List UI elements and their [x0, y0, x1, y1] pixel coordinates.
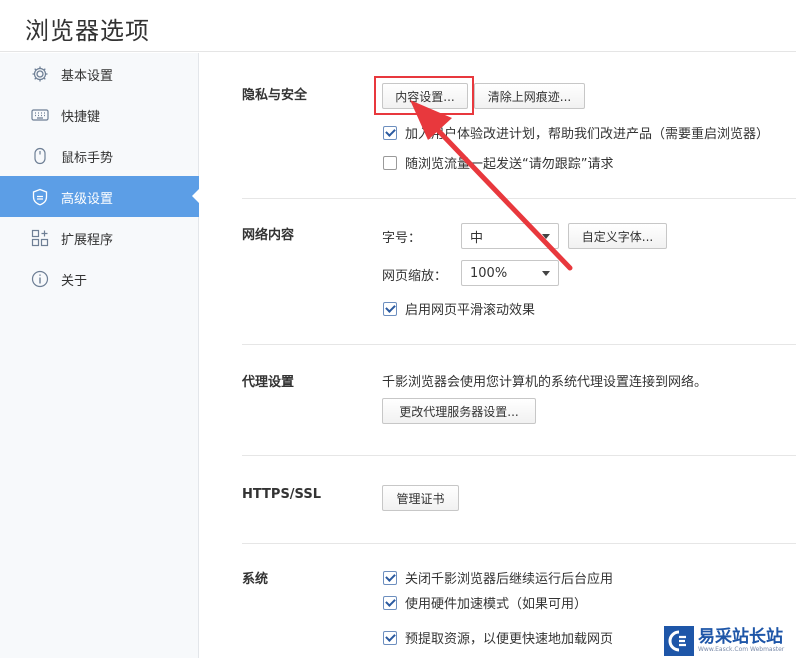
section-title-web-content: 网络内容 — [242, 228, 295, 243]
sidebar-item-advanced-settings[interactable]: 高级设置 — [0, 176, 200, 217]
section-divider — [242, 543, 796, 544]
join-program-label: 加入用户体验改进计划，帮助我们改进产品（需要重启浏览器） — [405, 127, 770, 142]
zoom-value: 100% — [470, 265, 508, 281]
do-not-track-checkbox[interactable] — [383, 155, 397, 170]
join-program-option[interactable]: 加入用户体验改进计划，帮助我们改进产品（需要重启浏览器） — [383, 123, 769, 142]
background-apps-option[interactable]: 关闭千影浏览器后继续运行后台应用 — [383, 568, 613, 587]
sidebar-item-extensions[interactable]: 扩展程序 — [0, 217, 199, 258]
active-indicator — [192, 188, 200, 204]
chevron-down-icon — [542, 234, 550, 239]
window-header: 浏览器选项 — [0, 0, 796, 52]
section-divider — [242, 344, 796, 345]
extensions-icon — [30, 228, 49, 247]
sidebar-item-shortcuts[interactable]: 快捷键 — [0, 94, 199, 135]
font-size-label: 字号： — [382, 231, 422, 246]
sidebar-item-label: 高级设置 — [61, 192, 114, 207]
background-apps-label: 关闭千影浏览器后继续运行后台应用 — [405, 572, 614, 587]
proxy-description: 千影浏览器会使用您计算机的系统代理设置连接到网络。 — [382, 375, 708, 390]
font-size-select[interactable]: 中 — [461, 223, 559, 249]
section-divider — [242, 198, 796, 199]
page-title: 浏览器选项 — [25, 17, 150, 45]
prefetch-label: 预提取资源，以便更快速地加载网页 — [405, 632, 614, 647]
smooth-scroll-label: 启用网页平滑滚动效果 — [405, 303, 536, 318]
section-title-proxy: 代理设置 — [242, 375, 295, 390]
hardware-acceleration-checkbox[interactable] — [383, 595, 397, 610]
section-divider — [242, 455, 796, 456]
chevron-down-icon — [542, 271, 550, 276]
settings-content: 隐私与安全 内容设置... 清除上网痕迹... 加入用户体验改进计划，帮助我们改… — [200, 53, 796, 658]
join-program-checkbox[interactable] — [383, 125, 397, 140]
sidebar-item-label: 扩展程序 — [61, 233, 114, 248]
custom-font-button[interactable]: 自定义字体... — [568, 223, 667, 249]
smooth-scroll-checkbox[interactable] — [383, 301, 397, 316]
zoom-label: 网页缩放： — [382, 269, 448, 284]
watermark-subtext: Www.Easck.Com Webmaster — [698, 646, 785, 653]
watermark-text: 易采站长站 — [698, 627, 783, 647]
prefetch-option[interactable]: 预提取资源，以便更快速地加载网页 — [383, 628, 613, 647]
mouse-icon — [30, 146, 49, 165]
sidebar-item-label: 关于 — [61, 274, 88, 289]
keyboard-icon — [30, 105, 49, 124]
section-title-privacy: 隐私与安全 — [242, 88, 308, 103]
highlight-box — [374, 76, 474, 115]
prefetch-checkbox[interactable] — [383, 630, 397, 645]
do-not-track-label: 随浏览流量一起发送“请勿跟踪”请求 — [405, 157, 614, 172]
clear-history-button[interactable]: 清除上网痕迹... — [474, 83, 585, 109]
hardware-acceleration-label: 使用硬件加速模式（如果可用） — [405, 597, 588, 612]
gear-icon — [30, 64, 49, 83]
section-title-system: 系统 — [242, 572, 269, 587]
hardware-acceleration-option[interactable]: 使用硬件加速模式（如果可用） — [383, 593, 587, 612]
sidebar-item-label: 鼠标手势 — [61, 151, 114, 166]
watermark: 易采站长站 Www.Easck.Com Webmaster — [662, 624, 796, 658]
change-proxy-button[interactable]: 更改代理服务器设置... — [382, 398, 536, 424]
smooth-scroll-option[interactable]: 启用网页平滑滚动效果 — [383, 299, 535, 318]
do-not-track-option[interactable]: 随浏览流量一起发送“请勿跟踪”请求 — [383, 153, 613, 172]
sidebar-item-label: 快捷键 — [61, 110, 101, 125]
sidebar-item-about[interactable]: 关于 — [0, 258, 199, 299]
manage-certificates-button[interactable]: 管理证书 — [382, 485, 459, 511]
section-title-https: HTTPS/SSL — [242, 487, 321, 502]
info-icon — [30, 269, 49, 288]
sidebar-item-label: 基本设置 — [61, 69, 114, 84]
zoom-select[interactable]: 100% — [461, 260, 559, 286]
sidebar: 基本设置 快捷键 鼠标手势 高级设置 扩展程序 关于 — [0, 53, 200, 658]
background-apps-checkbox[interactable] — [383, 570, 397, 585]
watermark-logo-icon — [664, 626, 694, 656]
font-size-value: 中 — [470, 230, 484, 246]
sidebar-item-basic-settings[interactable]: 基本设置 — [0, 53, 199, 94]
shield-icon — [30, 187, 49, 206]
sidebar-item-mouse-gestures[interactable]: 鼠标手势 — [0, 135, 199, 176]
